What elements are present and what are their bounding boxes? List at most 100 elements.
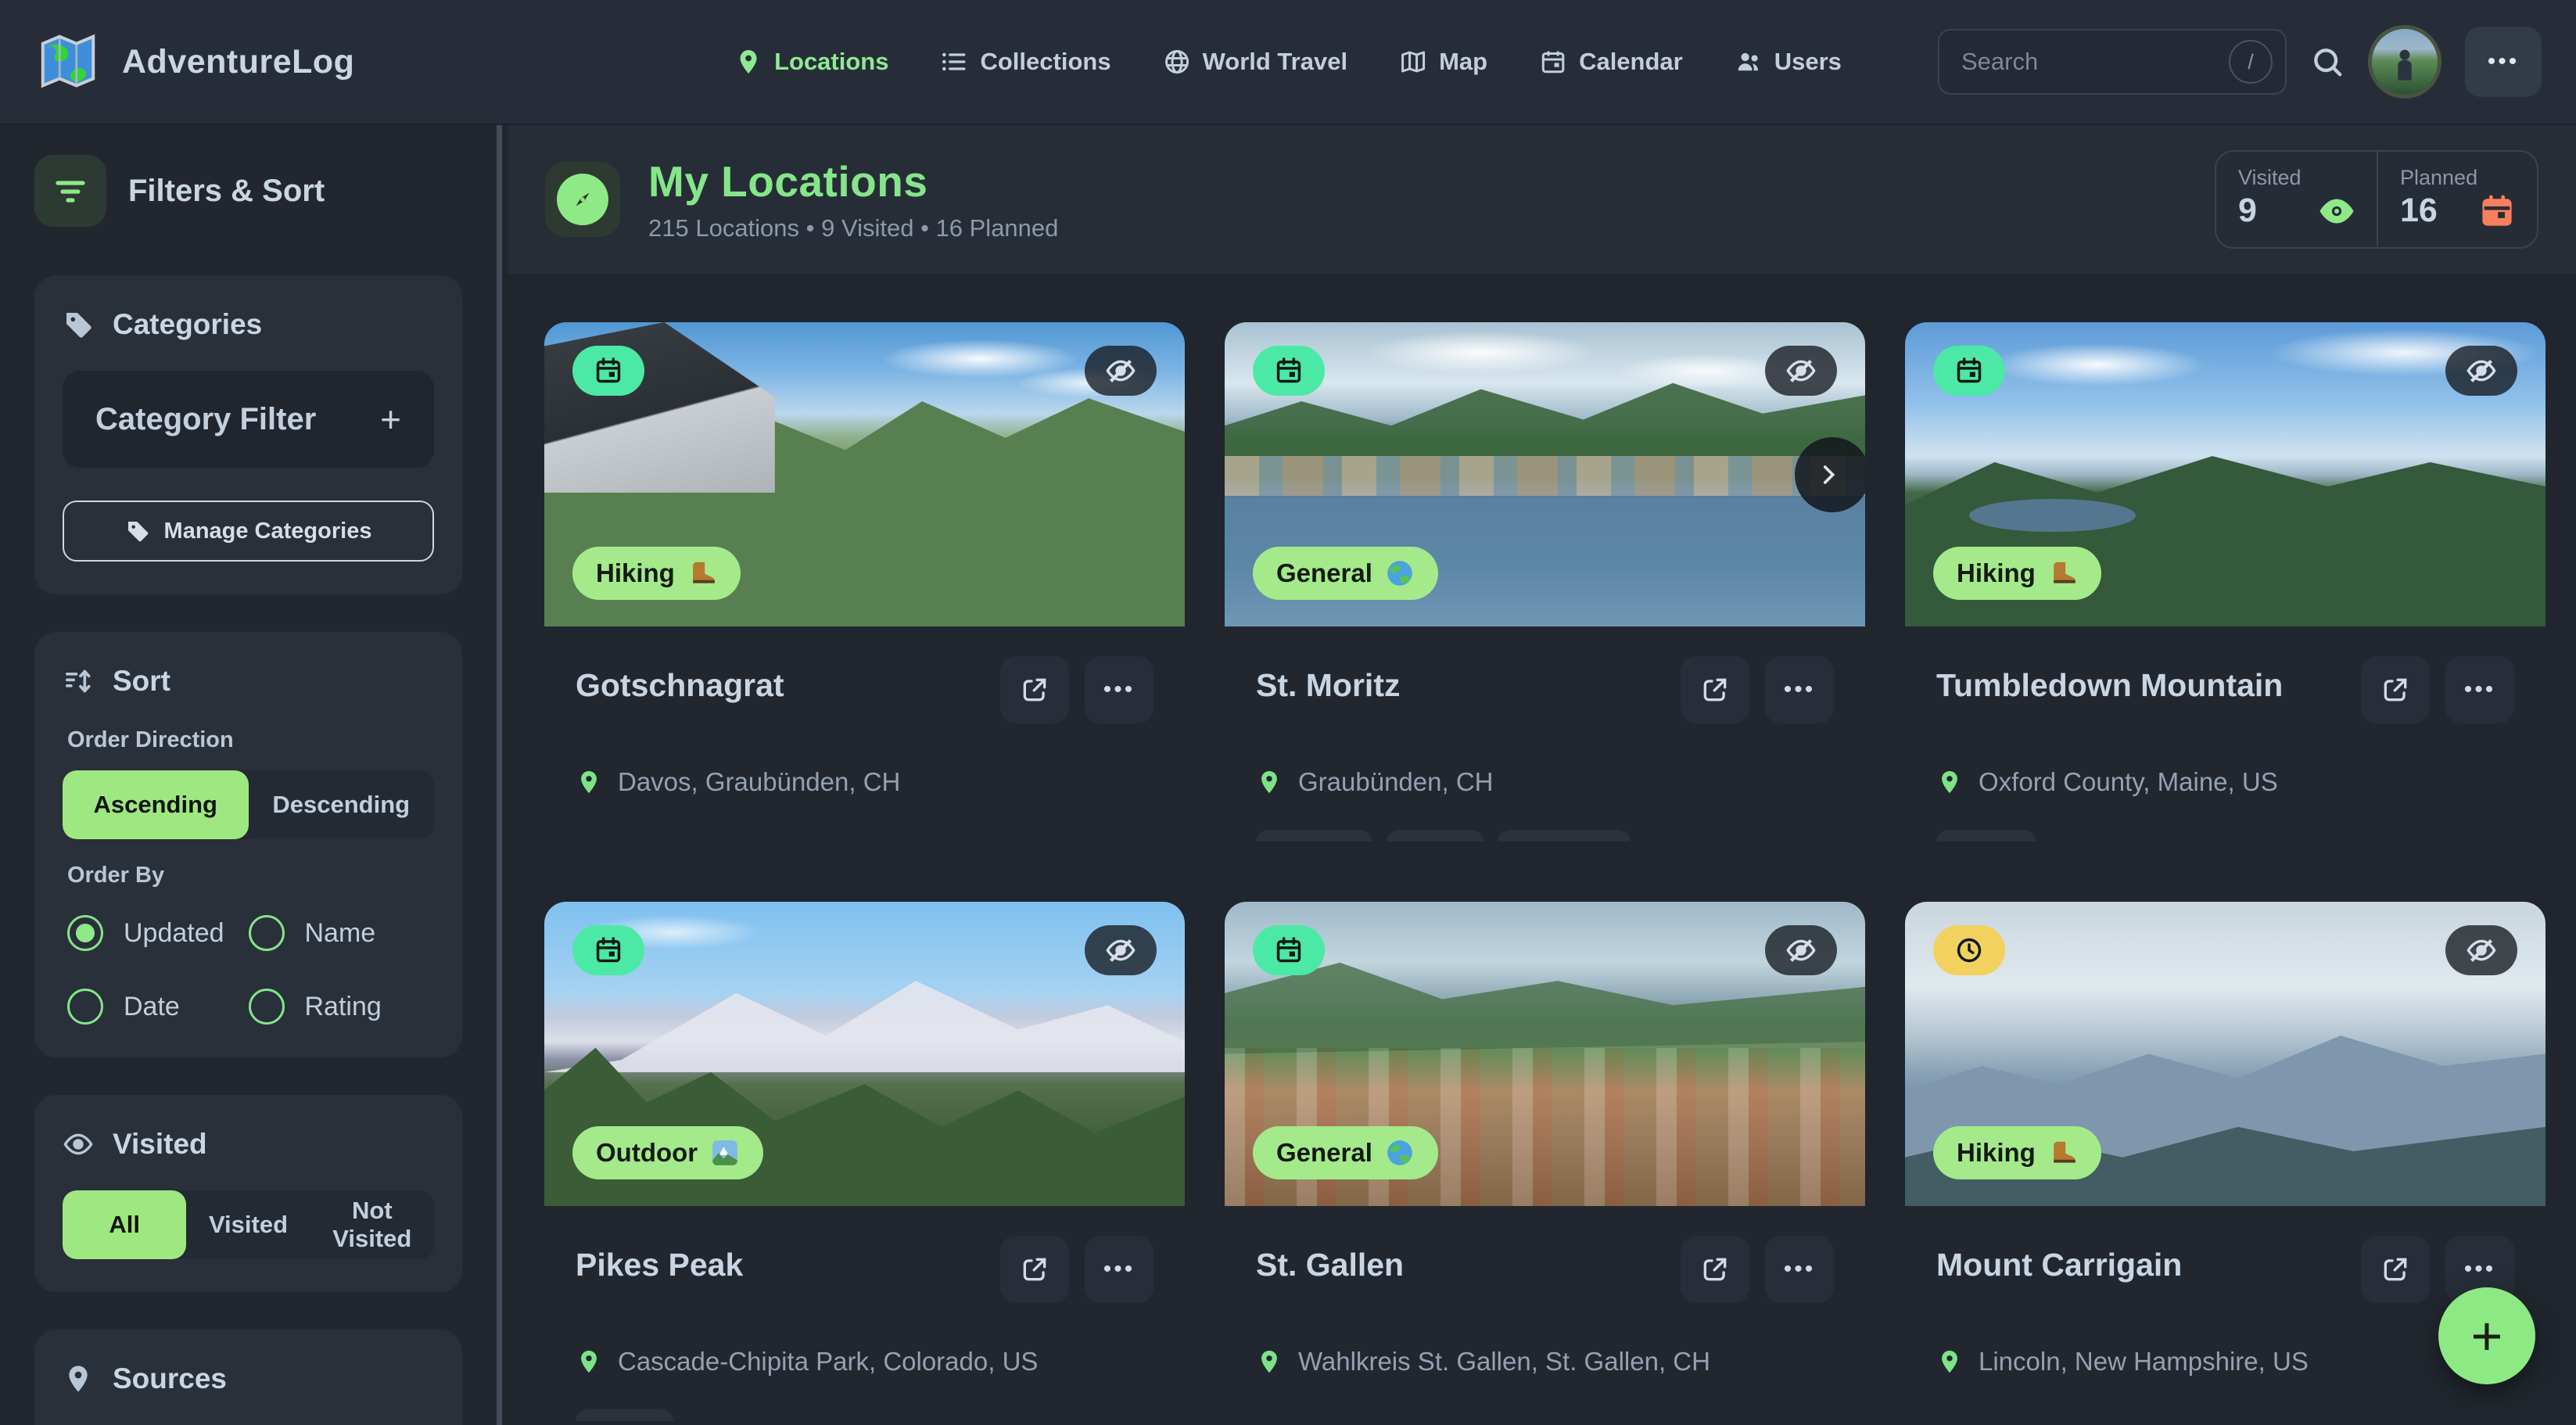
next-photo-button[interactable] — [1795, 437, 1865, 512]
visited-visited[interactable]: Visited — [186, 1190, 310, 1259]
nav-item-users[interactable]: Users — [1735, 48, 1842, 76]
radio-date[interactable]: Date — [67, 989, 249, 1025]
manage-categories-button[interactable]: Manage Categories — [63, 501, 434, 562]
filters-header: Filters & Sort — [34, 155, 462, 227]
tag-pill[interactable]: shopping — [1498, 830, 1631, 842]
location-card-pikes-peak[interactable]: Outdoor Pikes Peak ••• Cascade-Chipita P… — [544, 902, 1185, 1421]
external-link-icon — [1020, 675, 1049, 705]
search-box[interactable]: / — [1938, 29, 2287, 95]
location-photo: General — [1225, 902, 1865, 1206]
direction-ascending[interactable]: Ascending — [63, 770, 249, 839]
card-more-button[interactable]: ••• — [1765, 1236, 1834, 1303]
location-photo: Outdoor — [544, 902, 1185, 1206]
category-filter-collapse[interactable]: Category Filter + — [63, 371, 434, 468]
visited-stat: Visited 9 — [2216, 152, 2377, 247]
planned-calendar-badge — [1253, 346, 1325, 396]
visited-all[interactable]: All — [63, 1190, 186, 1259]
card-more-button[interactable]: ••• — [2445, 656, 2514, 723]
order-by-label: Order By — [67, 863, 434, 888]
hiking-boot-icon — [2048, 558, 2078, 588]
location-card-gotschnagrat[interactable]: Hiking Gotschnagrat ••• Davos, Graubünde… — [544, 322, 1185, 842]
map-pin-icon — [1256, 769, 1283, 795]
location-title: St. Gallen — [1256, 1236, 1404, 1283]
planned-count: 16 — [2400, 192, 2438, 230]
location-photo: General — [1225, 322, 1865, 626]
user-avatar[interactable] — [2368, 25, 2441, 99]
eye-off-icon[interactable] — [1765, 346, 1837, 396]
eye-icon — [63, 1129, 94, 1160]
open-location-button[interactable] — [1681, 1236, 1749, 1303]
visited-panel: Visited All Visited Not Visited — [34, 1095, 462, 1292]
search-input[interactable] — [1961, 48, 2219, 76]
categories-title: Categories — [113, 308, 262, 341]
open-location-button[interactable] — [1000, 1236, 1069, 1303]
nav-item-map[interactable]: Map — [1399, 48, 1487, 76]
card-more-button[interactable]: ••• — [1765, 656, 1834, 723]
planned-stat: Planned 16 — [2377, 152, 2537, 247]
radio-dot — [249, 915, 285, 951]
chevron-right-icon — [1815, 461, 1842, 488]
eye-off-icon[interactable] — [1085, 346, 1157, 396]
location-row: Wahlkreis St. Gallen, St. Gallen, CH — [1256, 1347, 1834, 1377]
locations-grid: Hiking Gotschnagrat ••• Davos, Graubünde… — [508, 274, 2576, 1421]
clock-icon — [1954, 935, 1984, 965]
visited-control: All Visited Not Visited — [63, 1190, 434, 1259]
eye-off-icon[interactable] — [1085, 925, 1157, 975]
planned-calendar-badge — [1933, 346, 2005, 396]
radio-name[interactable]: Name — [249, 915, 430, 951]
add-location-button[interactable]: + — [2438, 1287, 2535, 1384]
search-shortcut-badge: / — [2229, 40, 2273, 84]
radio-rating[interactable]: Rating — [249, 989, 430, 1025]
direction-descending[interactable]: Descending — [249, 770, 435, 839]
category-pill: Hiking — [572, 547, 741, 600]
tag-pill[interactable]: walking — [1256, 830, 1372, 842]
map-icon — [1399, 48, 1427, 76]
open-location-button[interactable] — [2361, 656, 2430, 723]
planned-calendar-badge — [1253, 925, 1325, 975]
sources-title: Sources — [113, 1362, 227, 1395]
radio-updated[interactable]: Updated — [67, 915, 249, 951]
nav-item-world-travel[interactable]: World Travel — [1163, 48, 1348, 76]
eye-off-icon[interactable] — [2445, 925, 2517, 975]
planned-calendar-badge — [572, 925, 644, 975]
page-header: My Locations 215 Locations • 9 Visited •… — [508, 125, 2576, 274]
eye-off-icon[interactable] — [2445, 346, 2517, 396]
external-link-icon — [1700, 1255, 1730, 1284]
globe-emoji-icon — [1385, 558, 1415, 588]
location-row: Cascade-Chipita Park, Colorado, US — [576, 1347, 1153, 1377]
map-pin-icon — [1256, 1348, 1283, 1375]
open-location-button[interactable] — [2361, 1236, 2430, 1303]
nav-item-calendar[interactable]: Calendar — [1539, 48, 1683, 76]
location-photo: Hiking — [1905, 902, 2546, 1206]
tag-pill[interactable]: views — [576, 1409, 673, 1421]
brand-title: AdventureLog — [122, 43, 354, 81]
order-direction-label: Order Direction — [67, 727, 434, 753]
brand[interactable]: AdventureLog — [34, 28, 354, 95]
location-card-st-moritz[interactable]: General St. Moritz ••• Graubünden, CH wa… — [1225, 322, 1865, 842]
radio-dot — [67, 989, 103, 1025]
nav-item-collections[interactable]: Collections — [940, 48, 1110, 76]
card-more-button[interactable]: ••• — [1085, 1236, 1153, 1303]
visited-not-visited[interactable]: Not Visited — [310, 1190, 434, 1259]
planned-calendar-badge — [572, 346, 644, 396]
location-row: Lincoln, New Hampshire, US — [1936, 1347, 2514, 1377]
radio-dot — [67, 915, 103, 951]
tag-pill[interactable]: views — [1387, 830, 1484, 842]
page-title: My Locations — [648, 156, 1058, 206]
location-card-tumbledown-mountain[interactable]: Hiking Tumbledown Mountain ••• Oxford Co… — [1905, 322, 2546, 842]
tag-pill[interactable]: hiking — [1936, 830, 2036, 842]
location-card-st-gallen[interactable]: General St. Gallen ••• Wahlkreis St. Gal… — [1225, 902, 1865, 1421]
navbar-more-button[interactable]: ••• — [2465, 27, 2542, 97]
search-icon[interactable] — [2310, 45, 2345, 79]
external-link-icon — [1700, 675, 1730, 705]
eye-off-icon[interactable] — [1765, 925, 1837, 975]
card-more-button[interactable]: ••• — [1085, 656, 1153, 723]
main-nav: Locations Collections World Travel Map C… — [734, 48, 1842, 76]
users-icon — [1735, 48, 1763, 76]
open-location-button[interactable] — [1000, 656, 1069, 723]
main-content: My Locations 215 Locations • 9 Visited •… — [508, 0, 2576, 1421]
external-link-icon — [2380, 1255, 2410, 1284]
open-location-button[interactable] — [1681, 656, 1749, 723]
nav-item-locations[interactable]: Locations — [734, 48, 888, 76]
person-silhouette-icon — [2384, 43, 2425, 84]
